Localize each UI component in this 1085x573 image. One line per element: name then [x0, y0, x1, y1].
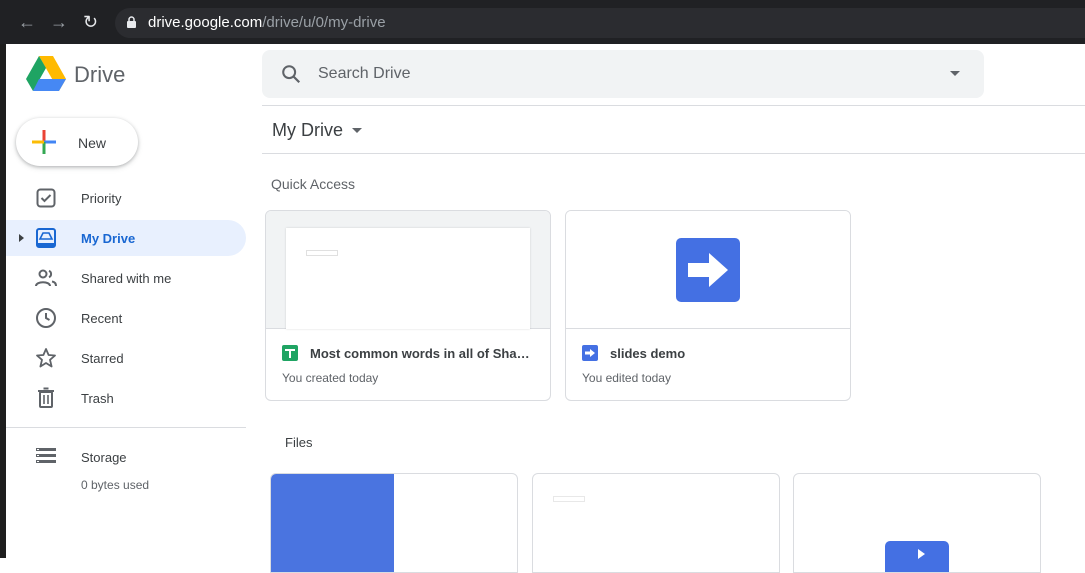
arrow-right-icon	[688, 253, 728, 287]
storage-icon[interactable]	[34, 444, 58, 468]
trash-icon	[38, 387, 54, 408]
file-thumbnail	[885, 541, 949, 572]
sidebar-item-label: Shared with me	[81, 271, 172, 286]
sidebar-item-trash[interactable]: Trash	[6, 380, 246, 416]
header-divider	[262, 105, 1085, 106]
file-thumbnail	[566, 211, 850, 329]
star-icon	[36, 348, 56, 368]
plus-icon	[32, 130, 56, 154]
reload-icon[interactable]: ↻	[83, 12, 98, 32]
shared-icon	[35, 269, 57, 287]
priority-icon	[36, 188, 56, 208]
sidebar-item-label: Starred	[81, 351, 124, 366]
file-activity: You created today	[282, 371, 379, 385]
quick-access-card[interactable]: slides demo You edited today	[565, 210, 851, 401]
sidebar-item-starred[interactable]: Starred	[6, 340, 246, 376]
sidebar-item-label: Priority	[81, 191, 122, 206]
sidebar-item-recent[interactable]: Recent	[6, 300, 246, 336]
sheets-icon	[282, 345, 298, 361]
drive-app: Drive Search Drive New Priority My Drive…	[6, 44, 1085, 573]
drive-logo-icon[interactable]	[26, 56, 66, 92]
quick-access-card[interactable]: Most common words in all of Shakespeare …	[265, 210, 551, 401]
new-button[interactable]: New	[16, 118, 138, 166]
file-thumbnail	[553, 496, 585, 502]
sidebar-item-shared[interactable]: Shared with me	[6, 260, 246, 296]
cell-preview	[306, 250, 338, 256]
url-host: drive.google.com	[148, 14, 263, 31]
lock-icon	[127, 16, 136, 28]
chevron-down-icon[interactable]	[352, 128, 362, 133]
content-divider	[262, 153, 1085, 154]
sheet-preview	[286, 228, 530, 329]
files-title: Files	[285, 435, 313, 450]
search-input[interactable]: Search Drive	[318, 65, 410, 83]
my-drive-icon	[36, 228, 56, 248]
file-thumbnail	[266, 211, 550, 329]
forward-icon[interactable]: →	[50, 12, 68, 32]
back-icon[interactable]: ←	[18, 12, 36, 32]
url-path: /drive/u/0/my-drive	[262, 14, 386, 31]
sidebar-item-label: My Drive	[81, 231, 136, 246]
search-icon[interactable]	[280, 63, 302, 85]
page-title[interactable]: My Drive	[272, 120, 343, 141]
arrow-right-icon	[918, 549, 925, 559]
sidebar-item-my-drive[interactable]: My Drive	[6, 220, 246, 256]
sidebar-divider	[6, 427, 246, 428]
slides-icon	[582, 345, 598, 361]
slides-preview	[676, 238, 740, 302]
quick-access-title: Quick Access	[271, 176, 356, 192]
storage-used: 0 bytes used	[81, 478, 150, 492]
file-name: Most common words in all of Shakespeare	[310, 346, 532, 361]
file-thumbnail	[271, 474, 394, 572]
file-activity: You edited today	[582, 371, 671, 385]
sidebar-item-label: Trash	[81, 391, 114, 406]
file-card[interactable]	[532, 473, 780, 573]
expand-arrow-icon[interactable]	[19, 234, 24, 242]
search-bar[interactable]: Search Drive	[262, 50, 984, 98]
search-options-icon[interactable]	[950, 71, 960, 76]
browser-toolbar: ← → ↻ drive.google.com/drive/u/0/my-driv…	[0, 0, 1085, 44]
sidebar-item-label: Recent	[81, 311, 123, 326]
file-card[interactable]	[793, 473, 1041, 573]
sidebar-item-priority[interactable]: Priority	[6, 180, 246, 216]
file-name: slides demo	[610, 346, 686, 361]
new-button-label: New	[78, 135, 107, 151]
file-card[interactable]	[270, 473, 518, 573]
brand-name[interactable]: Drive	[74, 62, 125, 88]
storage-label[interactable]: Storage	[81, 450, 127, 465]
clock-icon	[36, 308, 56, 328]
url-text: drive.google.com/drive/u/0/my-drive	[148, 14, 386, 31]
